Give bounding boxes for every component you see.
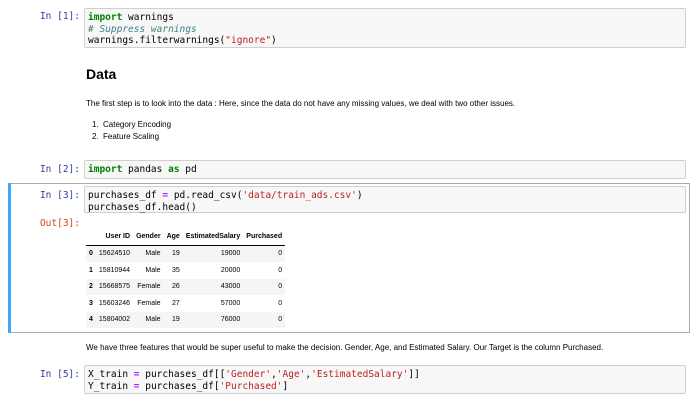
code-line: X_train = purchases_df[['Gender','Age','…	[88, 369, 683, 381]
list-item: 1. Category Encoding	[92, 120, 172, 129]
table-cell: 0	[278, 316, 283, 324]
table-cell: 0	[278, 266, 283, 274]
table-header-cell: Age	[163, 228, 183, 246]
markdown-paragraph: The first step is to look into the data …	[86, 99, 516, 108]
table-header-index	[86, 228, 96, 246]
code-token: warnings	[122, 12, 174, 23]
code-token: ]	[282, 380, 289, 392]
table-cell: 57000	[220, 299, 241, 307]
code-token: purchases_df.head()	[88, 201, 197, 213]
table-row: 4 15804002 Male 19 76000 0	[86, 311, 286, 328]
table-cell: 15624510	[98, 250, 131, 258]
selected-cell-indicator	[8, 183, 11, 333]
table-cell: 20000	[220, 266, 241, 274]
table-cell: 19	[172, 316, 180, 324]
table-row-index: 4	[89, 316, 93, 324]
cell-3-code-editor[interactable]: purchases_df = pd.read_csv('data/train_a…	[84, 186, 686, 213]
code-token: 'Gender'	[225, 369, 272, 380]
table-cell: 35	[172, 266, 180, 274]
table-cell: Male	[145, 250, 161, 258]
table-header-row: User ID Gender Age EstimatedSalary Purch…	[86, 228, 286, 246]
code-token: X_train	[88, 369, 134, 380]
table-row: 2 15668575 Female 26 43000 0	[86, 278, 286, 295]
code-token: Y_train	[88, 380, 134, 392]
code-token: pd	[179, 164, 197, 175]
code-token: pd.read_csv(	[168, 190, 243, 201]
cell-2-code-editor[interactable]: import pandas as pd	[84, 160, 686, 179]
code-token: pandas	[122, 164, 169, 175]
code-token: # Suppress warnings	[88, 23, 197, 35]
table-row-index: 0	[89, 250, 93, 258]
table-cell: 15804002	[98, 316, 131, 324]
code-token: )	[271, 35, 277, 46]
table-row: 0 15624510 Male 19 19000 0	[86, 245, 286, 262]
table-cell: 0	[278, 250, 283, 258]
code-line: Y_train = purchases_df['Purchased']	[88, 381, 683, 393]
table-header-cell: Purchased	[243, 228, 286, 246]
code-token: import	[88, 164, 123, 175]
cell-5-code-editor[interactable]: X_train = purchases_df[['Gender','Age','…	[84, 365, 686, 394]
cell-5-prompt: In [5]:	[39, 369, 80, 380]
code-line: import pandas as pd	[88, 164, 683, 176]
table-cell: Male	[145, 266, 161, 274]
table-header-cell: EstimatedSalary	[182, 228, 244, 246]
table-row-index: 1	[89, 266, 93, 274]
code-line: purchases_df = pd.read_csv('data/train_a…	[88, 190, 683, 202]
table-cell: 27	[172, 299, 180, 307]
table-cell: 15603246	[98, 299, 131, 307]
table-header-cell: Gender	[133, 228, 164, 246]
markdown-heading-data: Data	[86, 66, 117, 82]
table-cell: 76000	[220, 316, 241, 324]
code-line: # Suppress warnings	[88, 24, 683, 36]
code-token: as	[168, 164, 180, 175]
code-token: warnings.filterwarnings(	[88, 35, 226, 46]
code-line: warnings.filterwarnings("ignore")	[88, 35, 683, 47]
table-row: 1 15810944 Male 35 20000 0	[86, 262, 285, 279]
table-row-index: 2	[89, 283, 93, 291]
code-token: 'Purchased'	[219, 380, 283, 392]
dataframe-output-table: User ID Gender Age EstimatedSalary Purch…	[86, 228, 286, 328]
code-token: 'EstimatedSalary'	[311, 369, 409, 380]
table-cell: Female	[137, 283, 161, 291]
table-row-index: 3	[89, 299, 93, 307]
code-line: import warnings	[88, 12, 683, 24]
code-token: 'data/train_ads.csv'	[242, 190, 357, 201]
code-line: purchases_df.head()	[88, 202, 683, 214]
table-cell: 15668575	[98, 283, 131, 291]
cell-2-prompt: In [2]:	[39, 164, 80, 175]
table-row: 3 15603246 Female 27 57000 0	[86, 295, 285, 312]
code-token: "ignore"	[225, 35, 272, 46]
table-cell: Male	[145, 316, 161, 324]
table-cell: 19	[172, 250, 180, 258]
code-token: import	[88, 12, 123, 23]
cell-3-output-prompt: Out[3]:	[39, 218, 80, 229]
markdown-numbered-list: 1. Category Encoding 2. Feature Scaling	[92, 119, 171, 143]
table-cell: 0	[278, 283, 283, 291]
table-cell: Female	[137, 299, 161, 307]
cell-3-prompt: In [3]:	[39, 190, 80, 201]
table-cell: 26	[172, 283, 180, 291]
code-token: )	[356, 190, 363, 201]
table-cell: 19000	[220, 250, 241, 258]
table-header-cell: User ID	[95, 228, 134, 246]
table-cell: 43000	[220, 283, 241, 291]
code-token: ]]	[408, 369, 420, 380]
table-cell: 0	[278, 299, 283, 307]
list-item: 2. Feature Scaling	[92, 132, 160, 141]
code-token: 'Age'	[276, 369, 306, 380]
code-token: purchases_df	[88, 190, 163, 201]
cell-1-prompt: In [1]:	[39, 11, 80, 22]
code-token: purchases_df[	[139, 380, 220, 392]
table-cell: 15810944	[98, 266, 131, 274]
cell-1-code-editor[interactable]: import warnings # Suppress warnings warnin…	[84, 8, 686, 48]
code-token: purchases_df[[	[139, 369, 226, 380]
markdown-paragraph-features: We have three features that would be sup…	[86, 343, 604, 352]
